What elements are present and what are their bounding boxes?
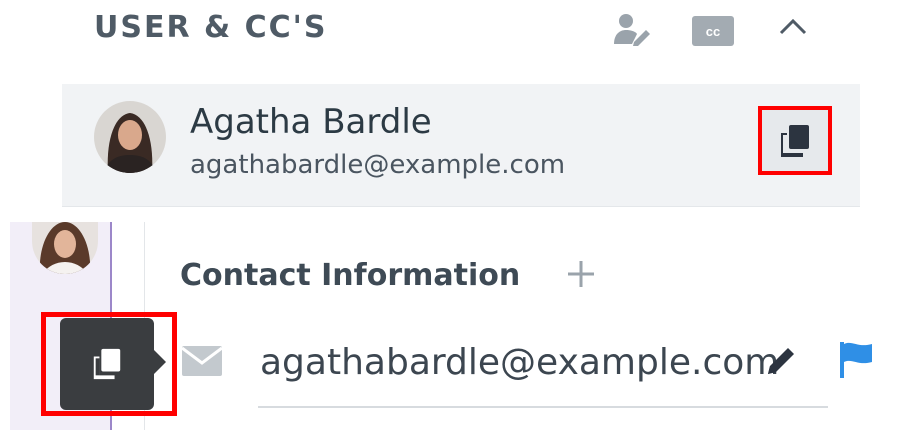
chevron-up-icon[interactable]	[778, 16, 808, 41]
copy-button[interactable]	[758, 106, 832, 175]
cc-icon[interactable]: cc	[692, 16, 734, 51]
section-title: USER & CC'S	[94, 10, 328, 45]
copy-icon	[93, 348, 121, 380]
copy-tooltip[interactable]	[60, 318, 154, 410]
tooltip-arrow	[154, 350, 166, 374]
user-email: agathabardle@example.com	[190, 150, 566, 180]
contact-information-title: Contact Information	[180, 258, 521, 293]
user-edit-icon[interactable]	[612, 12, 652, 51]
user-name: Agatha Bardle	[190, 102, 432, 142]
copy-icon	[781, 124, 809, 157]
add-contact-icon[interactable]	[566, 258, 596, 296]
pencil-icon[interactable]	[764, 344, 798, 383]
cc-icon-label: cc	[706, 24, 720, 39]
flag-icon[interactable]	[838, 340, 874, 385]
email-field-underline	[258, 406, 828, 408]
envelope-icon	[181, 346, 223, 381]
avatar	[94, 101, 166, 173]
user-row[interactable]: Agatha Bardle agathabardle@example.com	[62, 84, 860, 207]
contact-panel: Contact Information agathabardle@example…	[10, 222, 904, 430]
users-ccs-header: USER & CC'S cc	[0, 0, 904, 70]
contact-email-value[interactable]: agathabardle@example.com	[260, 342, 779, 383]
